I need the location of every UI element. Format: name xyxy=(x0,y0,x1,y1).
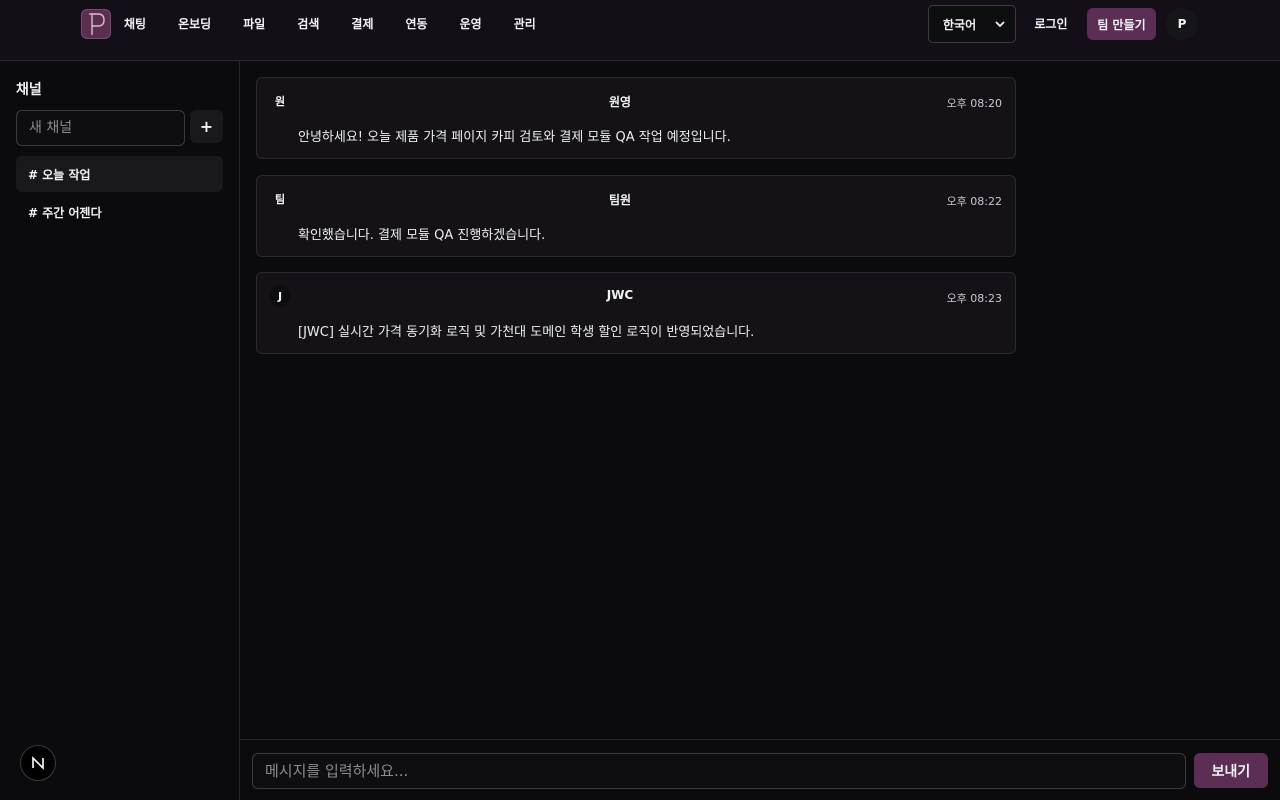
message-time: 오후 08:22 xyxy=(946,195,1002,208)
app-logo[interactable] xyxy=(81,9,111,39)
message-author: 팀원 xyxy=(608,193,632,207)
message-card: J JWC 오후 08:23 [JWC] 실시간 가격 동기화 로직 및 가천대… xyxy=(256,272,1016,354)
chevron-down-icon xyxy=(995,21,1005,28)
message-input[interactable] xyxy=(252,753,1186,789)
sidebar-title: 채널 xyxy=(16,82,42,98)
new-channel-input[interactable] xyxy=(16,110,185,146)
channel-sidebar: 채널 + # 오늘 작업 # 주간 어젠다 xyxy=(0,61,240,800)
message-time: 오후 08:20 xyxy=(946,97,1002,110)
language-value: 한국어 xyxy=(943,17,977,32)
nav-integrations[interactable]: 연동 xyxy=(406,15,428,32)
message-area: 원 원영 오후 08:20 안녕하세요! 오늘 제품 가격 페이지 카피 검토와… xyxy=(240,61,1280,800)
nav-onboarding[interactable]: 온보딩 xyxy=(178,15,211,32)
logo-p-icon xyxy=(89,13,105,35)
message-text: 확인했습니다. 결제 모듈 QA 진행하겠습니다. xyxy=(298,228,546,243)
nav-operations[interactable]: 운영 xyxy=(460,15,482,32)
channel-item-weekly[interactable]: # 주간 어젠다 xyxy=(16,194,223,230)
n-badge-icon[interactable] xyxy=(20,745,56,781)
channel-item-today[interactable]: # 오늘 작업 xyxy=(16,156,223,192)
message-author: JWC xyxy=(606,288,634,302)
nav-search[interactable]: 검색 xyxy=(297,15,319,32)
nav-admin[interactable]: 관리 xyxy=(514,15,536,32)
message-card: 팀 팀원 오후 08:22 확인했습니다. 결제 모듈 QA 진행하겠습니다. xyxy=(256,175,1016,257)
message-time: 오후 08:23 xyxy=(946,292,1002,305)
message-composer: 보내기 xyxy=(240,739,1280,800)
main-nav: 채팅 온보딩 파일 검색 결제 연동 운영 관리 xyxy=(124,0,568,47)
message-text: 안녕하세요! 오늘 제품 가격 페이지 카피 검토와 결제 모듈 QA 작업 예… xyxy=(298,130,731,145)
nav-chat[interactable]: 채팅 xyxy=(124,15,146,32)
nav-payment[interactable]: 결제 xyxy=(351,15,373,32)
user-avatar[interactable]: P xyxy=(1166,8,1198,40)
add-channel-button[interactable]: + xyxy=(190,110,223,143)
message-card: 원 원영 오후 08:20 안녕하세요! 오늘 제품 가격 페이지 카피 검토와… xyxy=(256,77,1016,159)
top-navigation-bar: 채팅 온보딩 파일 검색 결제 연동 운영 관리 한국어 로그인 팀 만들기 P xyxy=(0,0,1280,61)
language-select[interactable]: 한국어 xyxy=(928,5,1016,43)
create-team-button[interactable]: 팀 만들기 xyxy=(1087,8,1156,40)
message-text: [JWC] 실시간 가격 동기화 로직 및 가천대 도메인 학생 할인 로직이 … xyxy=(298,325,755,340)
nav-files[interactable]: 파일 xyxy=(243,15,265,32)
login-button[interactable]: 로그인 xyxy=(1028,8,1074,39)
n-letter-icon xyxy=(32,756,44,770)
send-button[interactable]: 보내기 xyxy=(1194,753,1268,788)
message-author: 원영 xyxy=(608,95,632,109)
